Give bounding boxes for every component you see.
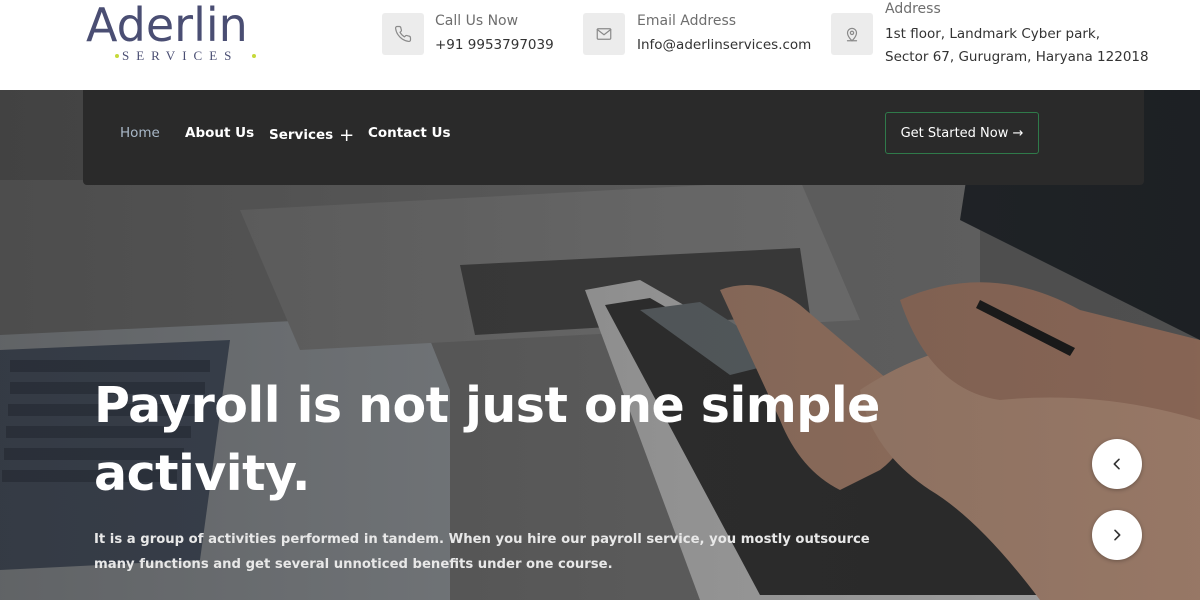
nav-home[interactable]: Home xyxy=(120,125,160,141)
address-line-1: 1st floor, Landmark Cyber park, xyxy=(885,26,1100,42)
logo-name: Aderlin xyxy=(86,0,248,52)
nav-about-us[interactable]: About Us xyxy=(185,125,254,141)
hero-subtext: It is a group of activities performed in… xyxy=(94,532,870,572)
location-pin-icon xyxy=(831,13,873,55)
address-line-2: Sector 67, Gurugram, Haryana 122018 xyxy=(885,49,1149,65)
phone-icon xyxy=(382,13,424,55)
slider-prev-button[interactable] xyxy=(1092,439,1142,489)
logo-dot-left xyxy=(115,54,119,58)
hero-headline: Payroll is not just one simple activity. xyxy=(94,377,880,502)
slider-next-button[interactable] xyxy=(1092,510,1142,560)
get-started-button[interactable]: Get Started Now → xyxy=(885,112,1039,154)
contact-title: Address xyxy=(885,1,941,17)
logo[interactable]: Aderlin SERVICES xyxy=(86,0,266,68)
logo-tagline: SERVICES xyxy=(122,48,239,63)
email-address[interactable]: Info@aderlinservices.com xyxy=(637,34,811,57)
top-header: Aderlin SERVICES Call Us Now +91 9953797… xyxy=(0,0,1200,90)
chevron-left-icon xyxy=(1113,458,1120,470)
nav-contact-us[interactable]: Contact Us xyxy=(368,125,451,141)
plus-icon: + xyxy=(339,125,355,146)
main-navigation: Home About Us Services + Contact Us Get S… xyxy=(83,90,1144,185)
contact-title: Email Address xyxy=(637,13,737,29)
phone-number[interactable]: +91 9953797039 xyxy=(435,34,554,57)
contact-title: Call Us Now xyxy=(435,13,519,29)
chevron-right-icon xyxy=(1114,529,1121,541)
logo-dot-right xyxy=(252,54,256,58)
nav-services[interactable]: Services + xyxy=(269,125,354,146)
mail-icon xyxy=(583,13,625,55)
nav-services-label: Services xyxy=(269,127,334,143)
